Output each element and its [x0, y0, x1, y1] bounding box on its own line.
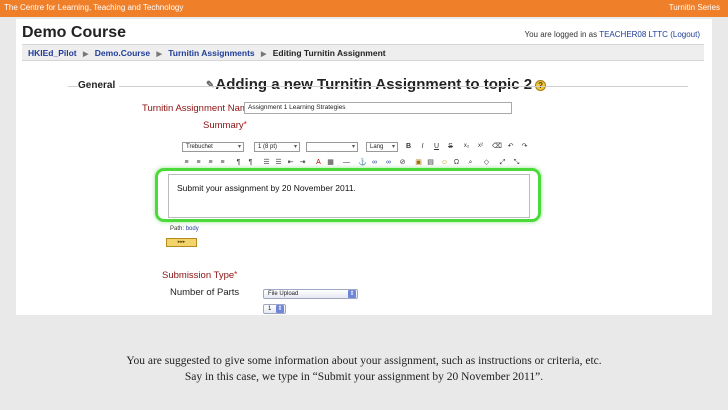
- underline-icon[interactable]: U: [432, 142, 441, 151]
- html-source-icon[interactable]: ◇: [482, 158, 491, 167]
- fullscreen-icon[interactable]: ⤢: [498, 158, 507, 167]
- required-star: *: [243, 120, 247, 129]
- link-icon[interactable]: ∞: [370, 158, 379, 167]
- summary-label: Summary*: [203, 120, 247, 131]
- breadcrumb-demo-course[interactable]: Demo.Course: [95, 48, 150, 58]
- submission-type-label: Submission Type*: [162, 270, 237, 281]
- strike-icon[interactable]: S: [446, 142, 455, 151]
- breadcrumb-turnitin-assignments[interactable]: Turnitin Assignments: [168, 48, 254, 58]
- font-family-select[interactable]: Trebuchet: [182, 142, 244, 152]
- search-replace-icon[interactable]: ⌕: [466, 158, 475, 167]
- editor-help-icon[interactable]: ▸▸▸: [166, 238, 197, 247]
- breadcrumb-hkied-pilot[interactable]: HKIEd_Pilot: [28, 48, 77, 58]
- special-char-icon[interactable]: Ω: [452, 158, 461, 167]
- summary-label-text: Summary: [203, 120, 244, 131]
- superscript-icon[interactable]: x²: [476, 142, 485, 151]
- justify-icon[interactable]: ≡: [218, 158, 227, 167]
- caption-line-2: Say in this case, we type in “Submit you…: [184, 371, 544, 383]
- table-icon[interactable]: ▤: [426, 158, 435, 167]
- indent-icon[interactable]: ⇥: [298, 158, 307, 167]
- italic-icon[interactable]: I: [418, 142, 427, 151]
- editor-path-value[interactable]: body: [186, 226, 199, 232]
- undo-icon[interactable]: ↶: [506, 142, 515, 151]
- assignment-name-input[interactable]: Assignment 1 Learning Strategies: [244, 102, 512, 114]
- font-size-select[interactable]: 1 (8 pt): [254, 142, 300, 152]
- anchor-icon[interactable]: ⚓: [358, 158, 367, 167]
- number-of-parts-select[interactable]: 1: [263, 304, 286, 314]
- submission-type-select[interactable]: File Upload: [263, 289, 358, 299]
- ordered-list-icon[interactable]: ☰: [262, 158, 271, 167]
- clean-icon[interactable]: ⌫: [492, 142, 502, 151]
- user-link[interactable]: TEACHER08 LTTC: [599, 30, 668, 39]
- submission-type-label-text: Submission Type: [162, 270, 235, 281]
- breadcrumb-arrow-icon: ▶: [83, 51, 89, 58]
- course-title: Demo Course: [22, 24, 127, 41]
- align-center-icon[interactable]: ≡: [194, 158, 203, 167]
- unordered-list-icon[interactable]: ☰: [274, 158, 283, 167]
- unlink-icon[interactable]: ∞: [384, 158, 393, 167]
- smiley-icon[interactable]: ☺: [440, 158, 449, 167]
- lang-select[interactable]: Lang: [366, 142, 398, 152]
- align-right-icon[interactable]: ≡: [206, 158, 215, 167]
- assignment-name-label-text: Turnitin Assignment Name: [142, 103, 254, 114]
- banner: The Centre for Learning, Teaching and Te…: [0, 0, 728, 17]
- rtl-icon[interactable]: ¶: [246, 158, 255, 167]
- section-general-label: General: [78, 80, 120, 91]
- login-info: You are logged in as TEACHER08 LTTC (Log…: [524, 30, 700, 39]
- hr-icon[interactable]: ―: [342, 158, 351, 167]
- background-color-icon[interactable]: ▦: [326, 158, 335, 167]
- caption-line-1: You are suggested to give some informati…: [126, 355, 602, 367]
- nolink-icon[interactable]: ⊘: [398, 158, 407, 167]
- align-left-icon[interactable]: ≡: [182, 158, 191, 167]
- editor-path-label: Path:: [170, 226, 185, 232]
- required-star: *: [234, 270, 238, 279]
- text-color-icon[interactable]: A: [314, 158, 323, 167]
- breadcrumb-arrow-icon: ▶: [261, 51, 267, 58]
- editor-path: Path: body: [170, 226, 199, 232]
- number-of-parts-label: Number of Parts: [170, 287, 240, 298]
- banner-left-text: The Centre for Learning, Teaching and Te…: [4, 3, 184, 12]
- login-prefix: You are logged in as: [524, 30, 598, 39]
- breadcrumb-arrow-icon: ▶: [156, 51, 162, 58]
- logout-link[interactable]: (Logout): [670, 30, 700, 39]
- format-select[interactable]: [306, 142, 358, 152]
- ltr-icon[interactable]: ¶: [234, 158, 243, 167]
- redo-icon[interactable]: ↷: [520, 142, 529, 151]
- assignment-name-label: Turnitin Assignment Name*: [142, 103, 256, 114]
- highlight-frame: [155, 168, 541, 222]
- outdent-icon[interactable]: ⇤: [286, 158, 295, 167]
- subscript-icon[interactable]: x₂: [462, 142, 471, 151]
- bold-icon[interactable]: B: [404, 142, 413, 151]
- breadcrumb: HKIEd_Pilot ▶ Demo.Course ▶ Turnitin Ass…: [22, 44, 704, 61]
- image-icon[interactable]: ▣: [414, 158, 423, 167]
- banner-right-text: Turnitin Series: [668, 3, 720, 12]
- breadcrumb-current: Editing Turnitin Assignment: [272, 48, 386, 58]
- resize-icon[interactable]: ⤡: [512, 158, 521, 167]
